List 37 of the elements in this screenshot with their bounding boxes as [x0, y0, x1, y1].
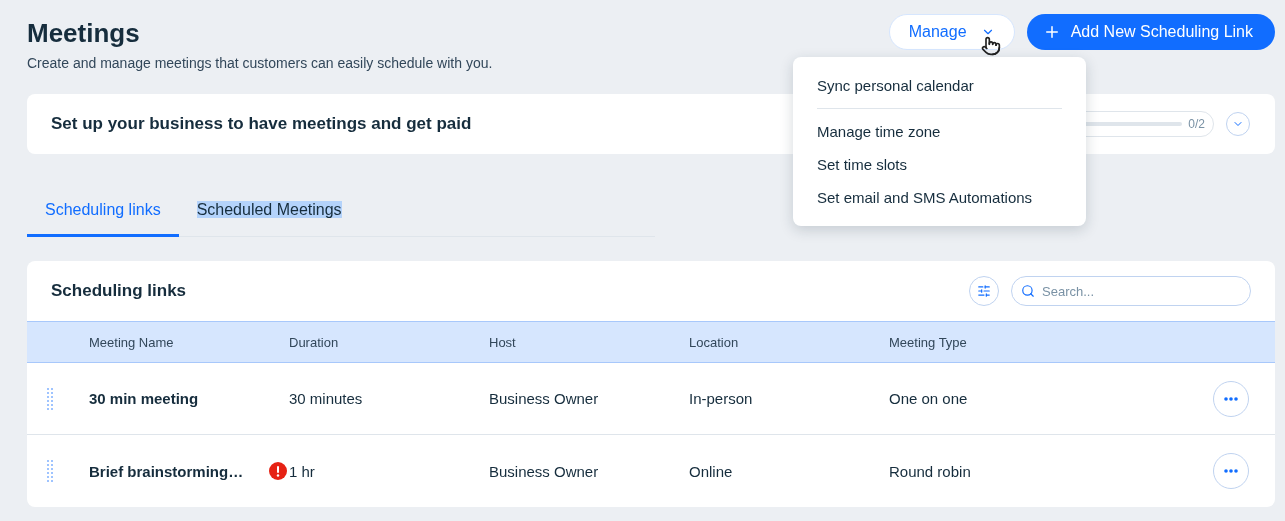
- column-header: Duration: [289, 334, 339, 350]
- menu-item[interactable]: Sync personal calendar: [793, 69, 1086, 102]
- menu-item[interactable]: Set time slots: [793, 148, 1086, 181]
- manage-button[interactable]: Manage: [888, 14, 1015, 50]
- sliders-icon: [977, 284, 991, 298]
- table-cell: Brief brainstorming…: [89, 462, 244, 480]
- drag-handle-icon[interactable]: [47, 460, 53, 482]
- column-header: Meeting Type: [889, 334, 967, 350]
- tab[interactable]: Scheduling links: [27, 190, 179, 237]
- table-cell: 1 hr: [289, 462, 315, 480]
- table-cell: Business Owner: [489, 390, 599, 407]
- search-icon: [1021, 284, 1035, 298]
- table-cell: Round robin: [889, 462, 971, 480]
- column-header: Host: [489, 334, 516, 350]
- column-header: Meeting Name: [89, 334, 174, 350]
- table-cell: 30 min meeting: [89, 390, 199, 407]
- more-actions-button[interactable]: [1213, 453, 1249, 489]
- page-title: Meetings: [27, 18, 141, 49]
- menu-item[interactable]: Set email and SMS Automations: [793, 181, 1086, 214]
- more-icon: [1224, 469, 1238, 473]
- table-cell: In-person: [689, 390, 753, 407]
- add-link-button[interactable]: Add New Scheduling Link: [1026, 14, 1275, 50]
- tab[interactable]: Scheduled Meetings: [178, 190, 360, 237]
- more-actions-button[interactable]: [1213, 380, 1249, 417]
- expand-button[interactable]: [1226, 112, 1250, 136]
- column-header: Location: [689, 334, 739, 350]
- table-cell: 30 minutes: [289, 390, 363, 407]
- more-icon: [1224, 396, 1238, 401]
- table-title: Scheduling links: [51, 281, 187, 301]
- search-field[interactable]: Search...: [1011, 276, 1251, 306]
- page-subtitle: Create and manage meetings that customers can easily schedule with you.: [27, 55, 493, 71]
- table-cell: Business Owner: [489, 462, 599, 480]
- drag-handle-icon[interactable]: [47, 387, 53, 410]
- table-cell: Online: [689, 462, 733, 480]
- filter-button[interactable]: [969, 276, 999, 306]
- table-cell: One on one: [889, 390, 968, 407]
- setup-title: Set up your business to have meetings and get paid: [51, 114, 472, 134]
